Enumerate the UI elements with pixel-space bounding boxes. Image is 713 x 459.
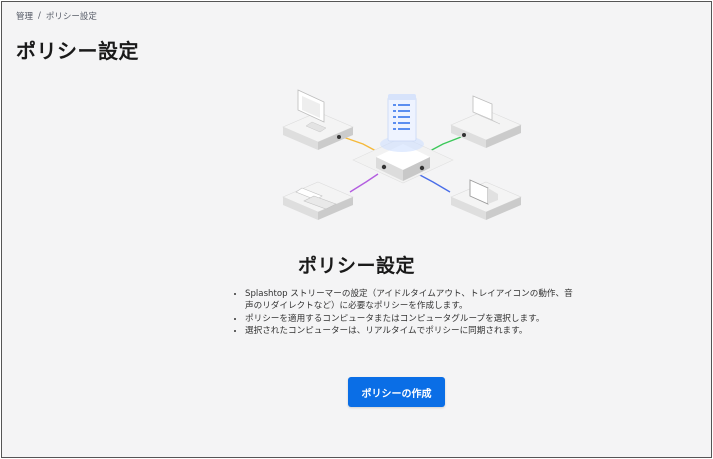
connector-line-purple: [349, 173, 379, 193]
connector-line-blue: [417, 173, 451, 193]
breadcrumb-separator: /: [38, 11, 41, 21]
policy-document-icon: [380, 94, 424, 152]
breadcrumb: 管理 / ポリシー設定: [16, 10, 97, 22]
desktop-computer-icon: [282, 89, 354, 150]
breadcrumb-link-admin[interactable]: 管理: [16, 10, 33, 22]
create-policy-button[interactable]: ポリシーの作成: [348, 377, 445, 407]
policy-description-list: Splashtop ストリーマーの設定（アイドルタイムアウト、トレイアイコンの動…: [233, 288, 575, 338]
flat-laptop-icon: [282, 181, 354, 220]
laptop-computer-icon: [450, 95, 522, 148]
tablet-device-icon: [450, 179, 522, 220]
description-item: Splashtop ストリーマーの設定（アイドルタイムアウト、トレイアイコンの動…: [245, 288, 575, 313]
connector-line-orange: [342, 136, 379, 153]
description-item: 選択されたコンピューターは、リアルタイムでポリシーに同期されます。: [245, 325, 575, 337]
policy-network-illustration: [282, 89, 522, 220]
breadcrumb-current: ポリシー設定: [45, 12, 97, 22]
description-item: ポリシーを適用するコンピュータまたはコンピュータグループを選択します。: [245, 313, 575, 325]
connector-line-green: [427, 136, 462, 153]
page-frame: 管理 / ポリシー設定 ポリシー設定 ポリシー設定 • Splashtop スト…: [1, 1, 712, 458]
page-title: ポリシー設定: [16, 39, 139, 63]
empty-state-title: ポリシー設定: [297, 255, 415, 277]
